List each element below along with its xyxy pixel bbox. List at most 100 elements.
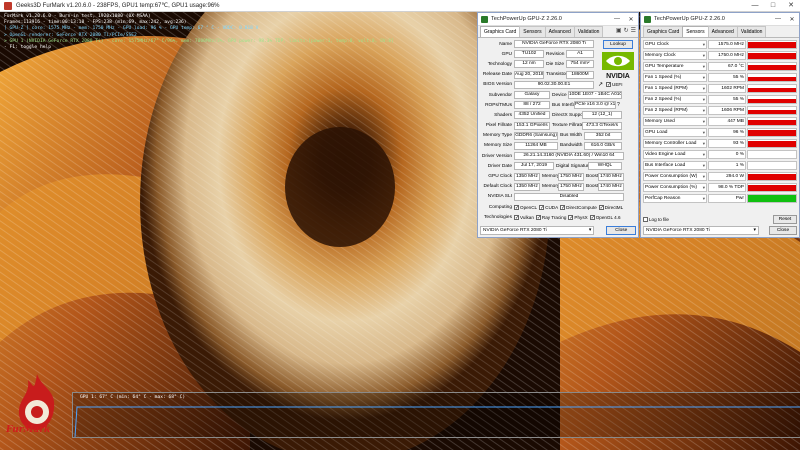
minimize-icon[interactable]: — <box>746 0 764 12</box>
sensor-label-dropdown[interactable]: Power Consumption (%) <box>643 183 707 192</box>
label-bus-width: Bus Width <box>560 133 582 139</box>
tab-sensors[interactable]: Sensors <box>682 26 709 37</box>
sensor-graph <box>747 62 797 71</box>
value-memory-size: 11264 MB <box>514 141 558 150</box>
label-gpu-boost: Boost <box>586 174 599 180</box>
label-directx: DirectX Support <box>552 112 586 118</box>
sensor-graph-fill <box>748 174 796 180</box>
camera-icon[interactable]: ▣ <box>616 28 622 35</box>
close-button[interactable]: Close <box>769 226 797 235</box>
label-digital-signature: Digital Signature <box>556 163 592 169</box>
tab-graphics-card[interactable]: Graphics Card <box>480 26 521 37</box>
sensor-label-dropdown[interactable]: GPU Temperature <box>643 62 707 71</box>
sensor-graph <box>747 161 797 170</box>
gpu-selector-dropdown[interactable]: NVIDIA GeForce RTX 2080 Ti <box>643 226 759 235</box>
sensor-row: Fan 1 Speed (%)55 % <box>643 72 797 83</box>
label-die-size: Die Size <box>546 61 564 67</box>
reset-button[interactable]: Reset <box>773 215 797 224</box>
label-subvendor: Subvendor <box>488 92 512 98</box>
sensor-row: Fan 2 Speed (%)55 % <box>643 94 797 105</box>
sensor-graph-fill <box>748 77 796 81</box>
sensor-label-dropdown[interactable]: Fan 2 Speed (%) <box>643 95 707 104</box>
tab-validation[interactable]: Validation <box>573 26 604 37</box>
value-technology: 12 nm <box>514 60 544 69</box>
sensor-graph <box>747 40 797 49</box>
sensor-label-dropdown[interactable]: Memory Controller Load <box>643 139 707 148</box>
sensor-graph-fill <box>748 53 796 59</box>
value-device-id: 10DE 1E07 - 1B4C A010 <box>568 91 622 100</box>
value-default-clock: 1350 MHz <box>514 182 540 191</box>
value-release-date: Aug 20, 2018 <box>514 70 544 79</box>
label-gpu-clock: GPU Clock <box>488 174 512 180</box>
gpu-selector-dropdown[interactable]: NVIDIA GeForce RTX 2080 Ti <box>480 226 595 235</box>
label-memory-type: Memory Type <box>483 133 512 139</box>
gpuz-graphics-card-window: TechPowerUp GPU-Z 2.26.0 — ✕ Graphics Ca… <box>477 12 639 238</box>
sensor-label-dropdown[interactable]: Fan 1 Speed (RPM) <box>643 84 707 93</box>
sensor-value: 0 % <box>708 150 746 159</box>
sensor-graph-fill <box>748 65 796 70</box>
label-default-boost: Boost <box>586 184 599 190</box>
gpuz-window-title: TechPowerUp GPU-Z 2.26.0 <box>491 16 562 22</box>
value-die-size: 754 mm² <box>566 60 594 69</box>
value-default-boost: 1740 MHz <box>598 182 624 191</box>
sensor-graph <box>747 150 797 159</box>
sensor-label-dropdown[interactable]: Video Engine Load <box>643 150 707 159</box>
close-button[interactable]: Close <box>606 226 636 235</box>
help-icon[interactable]: ? <box>617 102 620 108</box>
gpuz-toolbar-icons: ▣ ↻ ☰ <box>616 28 636 35</box>
maximize-icon[interactable]: □ <box>764 0 782 12</box>
checkbox-ray-tracing: ✓ Ray Tracing <box>535 214 567 221</box>
tab-sensors[interactable]: Sensors <box>519 26 546 37</box>
close-icon[interactable]: ✕ <box>782 0 800 12</box>
sensor-label-dropdown[interactable]: Power Consumption (W) <box>643 172 707 181</box>
value-gpu: TU102 <box>514 50 544 59</box>
sensor-value: 447 MB <box>708 117 746 126</box>
sensor-graph <box>747 194 797 203</box>
sensor-graph-fill <box>748 185 796 191</box>
value-bus-width: 352 bit <box>584 131 622 140</box>
sensor-row: Memory Clock1750.0 MHz <box>643 50 797 61</box>
label-technologies: Technologies <box>483 214 512 220</box>
tab-validation[interactable]: Validation <box>736 26 767 37</box>
sensor-value: 67.0 °C <box>708 62 746 71</box>
sensor-label-dropdown[interactable]: GPU Clock <box>643 40 707 49</box>
sensor-value: 55 % <box>708 95 746 104</box>
sensor-graph-fill <box>748 110 796 114</box>
value-rops: 88 / 272 <box>514 101 550 110</box>
lookup-button[interactable]: Lookup <box>603 39 633 49</box>
sensor-label-dropdown[interactable]: PerfCap Reason <box>643 194 707 203</box>
furmark-app-icon <box>4 1 12 10</box>
sensors-log-row: Log to file Reset <box>643 215 797 224</box>
minimize-icon[interactable]: — <box>771 16 785 22</box>
sensor-label-dropdown[interactable]: Fan 1 Speed (%) <box>643 73 707 82</box>
gpuz-titlebar: TechPowerUp GPU-Z 2.26.0 — ✕ <box>641 13 799 26</box>
sensor-row: Fan 2 Speed (RPM)1606 RPM <box>643 105 797 116</box>
sensor-label-dropdown[interactable]: Fan 2 Speed (RPM) <box>643 106 707 115</box>
sensor-graph-fill <box>748 99 796 103</box>
furmark-logo-text: FurMark <box>6 425 51 435</box>
menu-icon[interactable]: ☰ <box>631 28 636 35</box>
minimize-icon[interactable]: — <box>610 16 624 22</box>
sensor-label-dropdown[interactable]: Memory Clock <box>643 51 707 60</box>
sensor-graph-fill <box>748 195 796 202</box>
value-digital-signature: WHQL <box>588 162 622 171</box>
log-to-file-checkbox[interactable]: Log to file <box>643 217 669 222</box>
sensor-graph <box>747 106 797 115</box>
tab-graphics-card[interactable]: Graphics Card <box>643 26 684 37</box>
sensor-label-dropdown[interactable]: GPU Load <box>643 128 707 137</box>
sensor-graph <box>747 51 797 60</box>
sensor-value: 1575.0 MHz <box>708 40 746 49</box>
sensor-graph-fill <box>748 88 796 92</box>
sensor-value: 98.0 % TDP <box>708 183 746 192</box>
close-icon[interactable]: ✕ <box>785 16 799 23</box>
sensor-row: Power Consumption (%)98.0 % TDP <box>643 182 797 193</box>
sensor-label-dropdown[interactable]: Bus Interface Load <box>643 161 707 170</box>
tab-advanced[interactable]: Advanced <box>544 26 575 37</box>
gpuz-sensors-window: TechPowerUp GPU-Z 2.26.0 — ✕ Graphics Ca… <box>640 12 800 238</box>
share-icon[interactable]: ↗ <box>598 81 603 88</box>
checkbox-directcompute: ✓ DirectCompute <box>560 204 597 211</box>
close-icon[interactable]: ✕ <box>624 16 638 23</box>
tab-advanced[interactable]: Advanced <box>707 26 738 37</box>
sensor-label-dropdown[interactable]: Memory Used <box>643 117 707 126</box>
refresh-icon[interactable]: ↻ <box>624 28 629 35</box>
